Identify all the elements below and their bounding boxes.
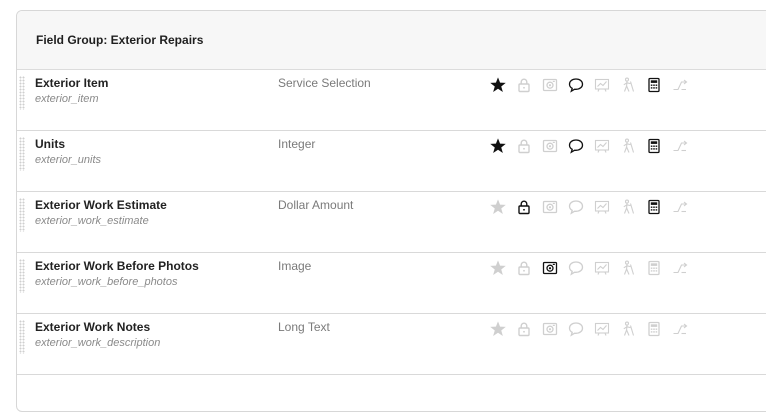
lock-icon[interactable] xyxy=(511,137,537,155)
person-icon[interactable] xyxy=(615,198,641,216)
chart-icon[interactable] xyxy=(589,76,615,94)
calculator-icon[interactable] xyxy=(641,198,667,216)
chart-icon[interactable] xyxy=(589,137,615,155)
flow-icon[interactable] xyxy=(667,259,693,277)
field-options xyxy=(485,320,693,338)
field-options xyxy=(485,198,693,216)
camera-icon[interactable] xyxy=(537,137,563,155)
field-key: exterior_units xyxy=(35,154,102,166)
drag-handle-icon[interactable] xyxy=(19,320,25,354)
drag-handle-icon[interactable] xyxy=(19,198,25,232)
field-type: Long Text xyxy=(278,320,330,334)
star-icon[interactable] xyxy=(485,76,511,94)
person-icon[interactable] xyxy=(615,137,641,155)
field-group-panel: Field Group: Exterior Repairs Exterior I… xyxy=(16,10,766,412)
star-icon[interactable] xyxy=(485,259,511,277)
field-key: exterior_work_before_photos xyxy=(35,276,178,288)
comment-icon[interactable] xyxy=(563,259,589,277)
field-row[interactable]: Exterior Work Notes exterior_work_descrip… xyxy=(17,314,766,375)
star-icon[interactable] xyxy=(485,137,511,155)
comment-icon[interactable] xyxy=(563,320,589,338)
field-type: Service Selection xyxy=(278,76,371,90)
field-row[interactable]: Exterior Item exterior_item Service Select… xyxy=(17,70,766,131)
field-key: exterior_item xyxy=(35,93,99,105)
field-options xyxy=(485,137,693,155)
field-type: Dollar Amount xyxy=(278,198,354,212)
field-name: Units xyxy=(35,137,65,151)
flow-icon[interactable] xyxy=(667,198,693,216)
flow-icon[interactable] xyxy=(667,76,693,94)
camera-icon[interactable] xyxy=(537,320,563,338)
chart-icon[interactable] xyxy=(589,320,615,338)
calculator-icon[interactable] xyxy=(641,137,667,155)
comment-icon[interactable] xyxy=(563,76,589,94)
field-name: Exterior Work Notes xyxy=(35,320,151,334)
star-icon[interactable] xyxy=(485,320,511,338)
person-icon[interactable] xyxy=(615,76,641,94)
camera-icon[interactable] xyxy=(537,259,563,277)
flow-icon[interactable] xyxy=(667,137,693,155)
lock-icon[interactable] xyxy=(511,76,537,94)
field-row[interactable]: Exterior Work Before Photos exterior_work… xyxy=(17,253,766,314)
camera-icon[interactable] xyxy=(537,198,563,216)
comment-icon[interactable] xyxy=(563,137,589,155)
field-key: exterior_work_description xyxy=(35,337,161,349)
field-row[interactable]: Units exterior_units Integer xyxy=(17,131,766,192)
flow-icon[interactable] xyxy=(667,320,693,338)
field-type: Image xyxy=(278,259,312,273)
field-key: exterior_work_estimate xyxy=(35,215,149,227)
field-name: Exterior Work Before Photos xyxy=(35,259,199,273)
field-row[interactable]: Exterior Work Estimate exterior_work_esti… xyxy=(17,192,766,253)
field-options xyxy=(485,259,693,277)
person-icon[interactable] xyxy=(615,259,641,277)
lock-icon[interactable] xyxy=(511,198,537,216)
chart-icon[interactable] xyxy=(589,259,615,277)
drag-handle-icon[interactable] xyxy=(19,137,25,171)
lock-icon[interactable] xyxy=(511,259,537,277)
field-group-header: Field Group: Exterior Repairs xyxy=(17,11,766,70)
field-list: Exterior Item exterior_item Service Select… xyxy=(17,70,766,375)
field-group-title: Field Group: Exterior Repairs xyxy=(36,33,204,47)
person-icon[interactable] xyxy=(615,320,641,338)
calculator-icon[interactable] xyxy=(641,76,667,94)
chart-icon[interactable] xyxy=(589,198,615,216)
drag-handle-icon[interactable] xyxy=(19,76,25,110)
star-icon[interactable] xyxy=(485,198,511,216)
field-options xyxy=(485,76,693,94)
drag-handle-icon[interactable] xyxy=(19,259,25,293)
calculator-icon[interactable] xyxy=(641,320,667,338)
comment-icon[interactable] xyxy=(563,198,589,216)
lock-icon[interactable] xyxy=(511,320,537,338)
field-name: Exterior Item xyxy=(35,76,109,90)
field-type: Integer xyxy=(278,137,316,151)
camera-icon[interactable] xyxy=(537,76,563,94)
field-name: Exterior Work Estimate xyxy=(35,198,167,212)
calculator-icon[interactable] xyxy=(641,259,667,277)
